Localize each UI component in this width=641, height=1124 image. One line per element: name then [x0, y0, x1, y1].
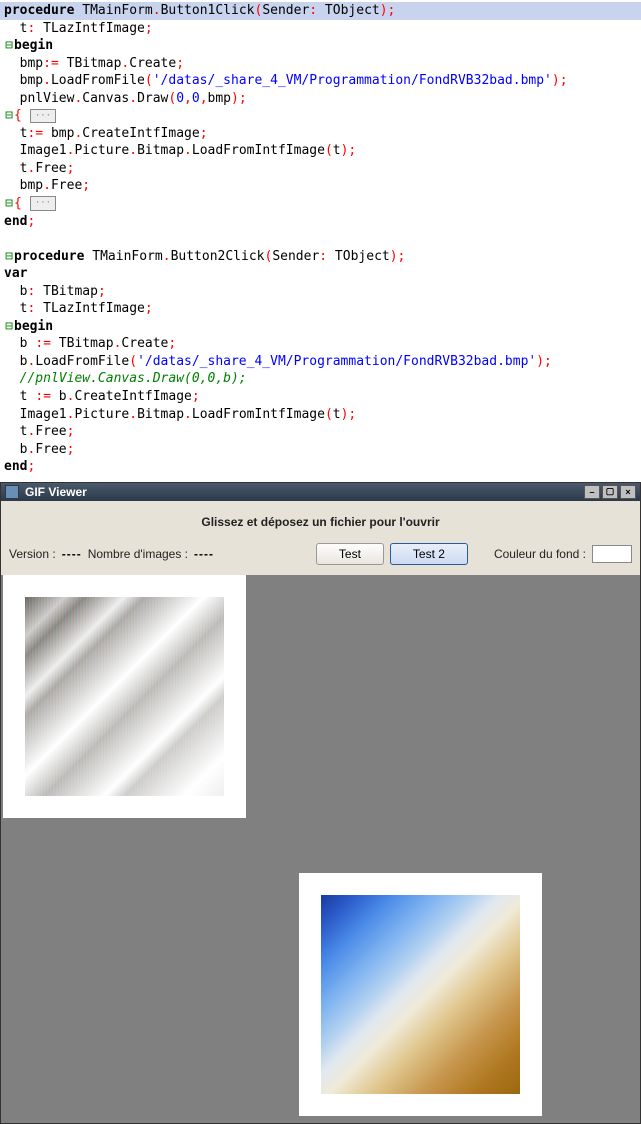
code-line[interactable]: b.Free; — [0, 441, 641, 459]
code-line[interactable]: t.Free; — [0, 423, 641, 441]
code-line[interactable]: bmp.LoadFromFile('/datas/_share_4_VM/Pro… — [0, 72, 641, 90]
maximize-button[interactable]: ▢ — [602, 485, 618, 499]
instruction-text: Glissez et déposez un fichier pour l'ouv… — [1, 501, 640, 539]
test-button[interactable]: Test — [316, 543, 384, 565]
code-line[interactable]: ⊟{··· — [0, 107, 641, 125]
code-line[interactable]: //pnlView.Canvas.Draw(0,0,b); — [0, 370, 641, 388]
code-line[interactable]: end; — [0, 213, 641, 231]
code-line[interactable]: bmp:= TBitmap.Create; — [0, 55, 641, 73]
code-editor[interactable]: procedure TMainForm.Button1Click(Sender:… — [0, 0, 641, 478]
code-line[interactable]: t:= bmp.CreateIntfImage; — [0, 125, 641, 143]
minimize-button[interactable]: – — [584, 485, 600, 499]
test2-button[interactable]: Test 2 — [390, 543, 468, 565]
toolbar: Version : ---- Nombre d'images : ---- Te… — [1, 539, 640, 575]
code-line[interactable] — [0, 230, 641, 248]
bgcolor-label: Couleur du fond : — [494, 547, 586, 561]
code-line[interactable]: t: TLazIntfImage; — [0, 300, 641, 318]
version-value: ---- — [62, 547, 82, 561]
image-panel-2 — [299, 873, 542, 1116]
code-line[interactable]: ⊟begin — [0, 37, 641, 55]
code-line[interactable]: var — [0, 265, 641, 283]
image-2 — [321, 895, 520, 1094]
window-title: GIF Viewer — [25, 485, 582, 499]
code-line[interactable]: end; — [0, 458, 641, 476]
code-line[interactable]: t: TLazIntfImage; — [0, 20, 641, 38]
app-icon — [5, 485, 19, 499]
code-line[interactable]: pnlView.Canvas.Draw(0,0,bmp); — [0, 90, 641, 108]
code-line[interactable]: b.LoadFromFile('/datas/_share_4_VM/Progr… — [0, 353, 641, 371]
image-1 — [25, 597, 224, 796]
code-line[interactable]: ⊟begin — [0, 318, 641, 336]
image-viewer-area — [1, 575, 640, 1123]
bgcolor-swatch[interactable] — [592, 545, 632, 563]
code-line[interactable]: ⊟procedure TMainForm.Button2Click(Sender… — [0, 248, 641, 266]
code-line[interactable]: bmp.Free; — [0, 177, 641, 195]
code-line[interactable]: b: TBitmap; — [0, 283, 641, 301]
version-label: Version : — [9, 547, 56, 561]
code-line[interactable]: t.Free; — [0, 160, 641, 178]
code-line[interactable]: ⊟{··· — [0, 195, 641, 213]
images-label: Nombre d'images : — [88, 547, 188, 561]
code-line[interactable]: b := TBitmap.Create; — [0, 335, 641, 353]
code-line[interactable]: Image1.Picture.Bitmap.LoadFromIntfImage(… — [0, 142, 641, 160]
images-value: ---- — [194, 547, 214, 561]
titlebar[interactable]: GIF Viewer – ▢ × — [1, 483, 640, 501]
code-line[interactable]: t := b.CreateIntfImage; — [0, 388, 641, 406]
window-body: Glissez et déposez un fichier pour l'ouv… — [1, 501, 640, 1123]
code-line[interactable]: Image1.Picture.Bitmap.LoadFromIntfImage(… — [0, 406, 641, 424]
image-panel-1 — [3, 575, 246, 818]
code-line[interactable]: procedure TMainForm.Button1Click(Sender:… — [0, 2, 641, 20]
close-button[interactable]: × — [620, 485, 636, 499]
gif-viewer-window: GIF Viewer – ▢ × Glissez et déposez un f… — [0, 482, 641, 1124]
